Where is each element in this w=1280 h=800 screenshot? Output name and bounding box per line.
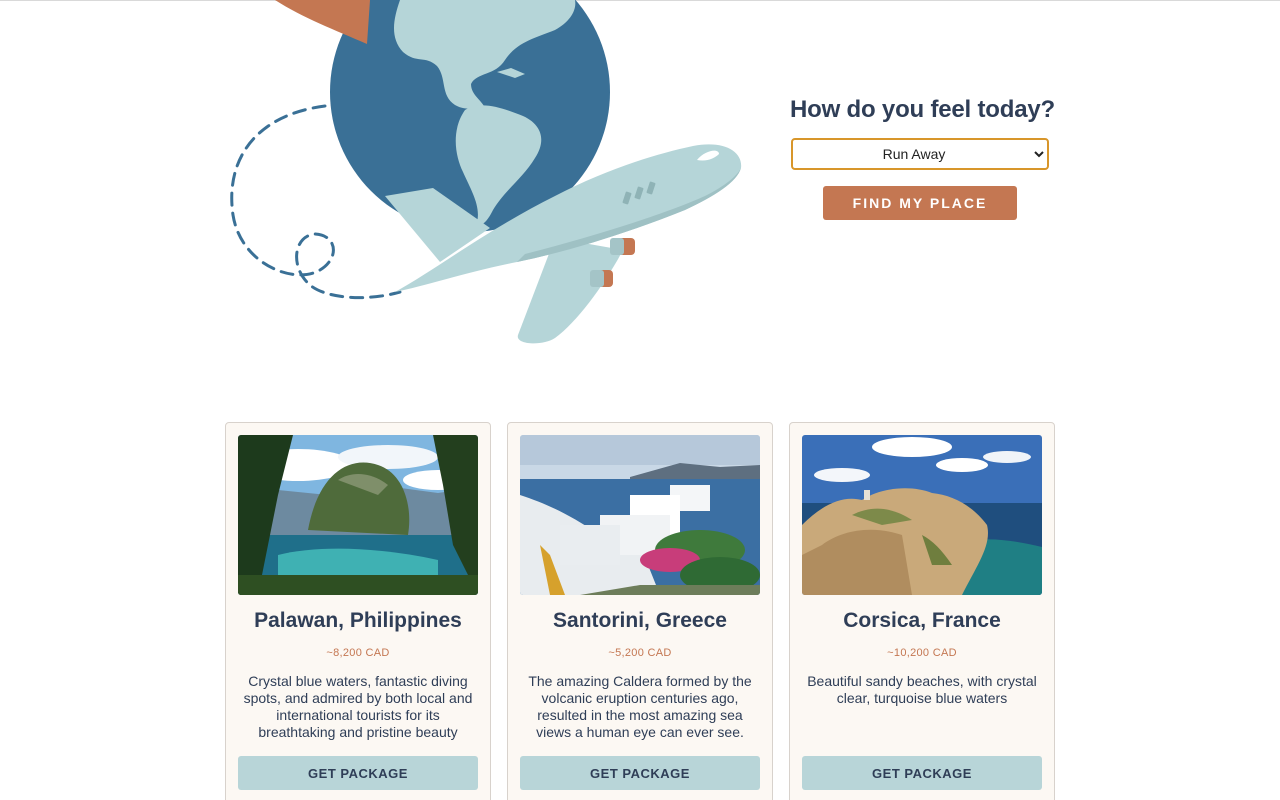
globe-airplane-illustration — [230, 0, 742, 344]
get-package-button[interactable]: GET PACKAGE — [802, 756, 1042, 790]
get-package-button[interactable]: GET PACKAGE — [520, 756, 760, 790]
palawan-photo — [238, 435, 478, 595]
corsica-photo — [802, 435, 1042, 595]
card-title: Santorini, Greece — [553, 609, 727, 632]
card-description: Beautiful sandy beaches, with crystal cl… — [807, 673, 1037, 706]
find-my-place-button[interactable]: FIND MY PLACE — [823, 186, 1017, 220]
card-price: ~10,200 CAD — [887, 647, 957, 659]
destination-card: Palawan, Philippines ~8,200 CAD Crystal … — [225, 422, 491, 800]
card-title: Palawan, Philippines — [254, 609, 462, 632]
card-price: ~8,200 CAD — [326, 647, 390, 659]
get-package-button[interactable]: GET PACKAGE — [238, 756, 478, 790]
mood-select[interactable]: Run Away — [791, 138, 1049, 170]
destination-card: Santorini, Greece ~5,200 CAD The amazing… — [507, 422, 773, 800]
card-description: Crystal blue waters, fantastic diving sp… — [243, 673, 473, 740]
destination-cards: Palawan, Philippines ~8,200 CAD Crystal … — [225, 422, 1055, 800]
destination-card: Corsica, France ~10,200 CAD Beautiful sa… — [789, 422, 1055, 800]
card-title: Corsica, France — [843, 609, 1001, 632]
mood-heading: How do you feel today? — [790, 96, 1055, 123]
card-price: ~5,200 CAD — [608, 647, 672, 659]
card-description: The amazing Caldera formed by the volcan… — [528, 673, 752, 740]
mood-panel: How do you feel today? Run Away FIND MY … — [790, 96, 1055, 220]
santorini-photo — [520, 435, 760, 595]
